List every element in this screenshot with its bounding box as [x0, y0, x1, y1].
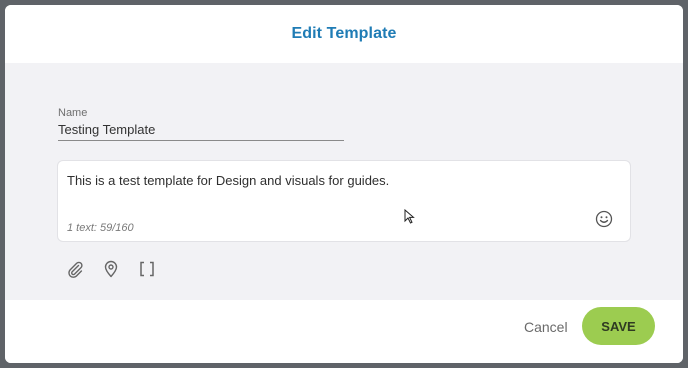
- dialog-title: Edit Template: [291, 25, 397, 42]
- dialog-header: Edit Template: [5, 5, 683, 63]
- dialog-body: Name Testing Template This is a test tem…: [5, 63, 683, 300]
- cancel-button[interactable]: Cancel: [524, 319, 568, 335]
- message-textarea[interactable]: This is a test template for Design and v…: [57, 160, 631, 242]
- brackets-icon[interactable]: [138, 260, 156, 278]
- save-button[interactable]: SAVE: [582, 307, 655, 345]
- character-counter: 1 text: 59/160: [67, 222, 134, 234]
- name-input[interactable]: Testing Template: [58, 122, 344, 137]
- smiley-face-icon[interactable]: [595, 210, 613, 228]
- mouse-cursor-icon: [404, 209, 415, 224]
- map-pin-icon[interactable]: [102, 260, 120, 278]
- name-label: Name: [58, 107, 88, 119]
- paperclip-icon[interactable]: [66, 260, 84, 278]
- name-field[interactable]: Name Testing Template: [58, 107, 344, 141]
- edit-template-dialog: Edit Template Name Testing Template This…: [5, 5, 683, 363]
- message-text[interactable]: This is a test template for Design and v…: [67, 173, 389, 188]
- dialog-footer: Cancel SAVE: [5, 300, 683, 363]
